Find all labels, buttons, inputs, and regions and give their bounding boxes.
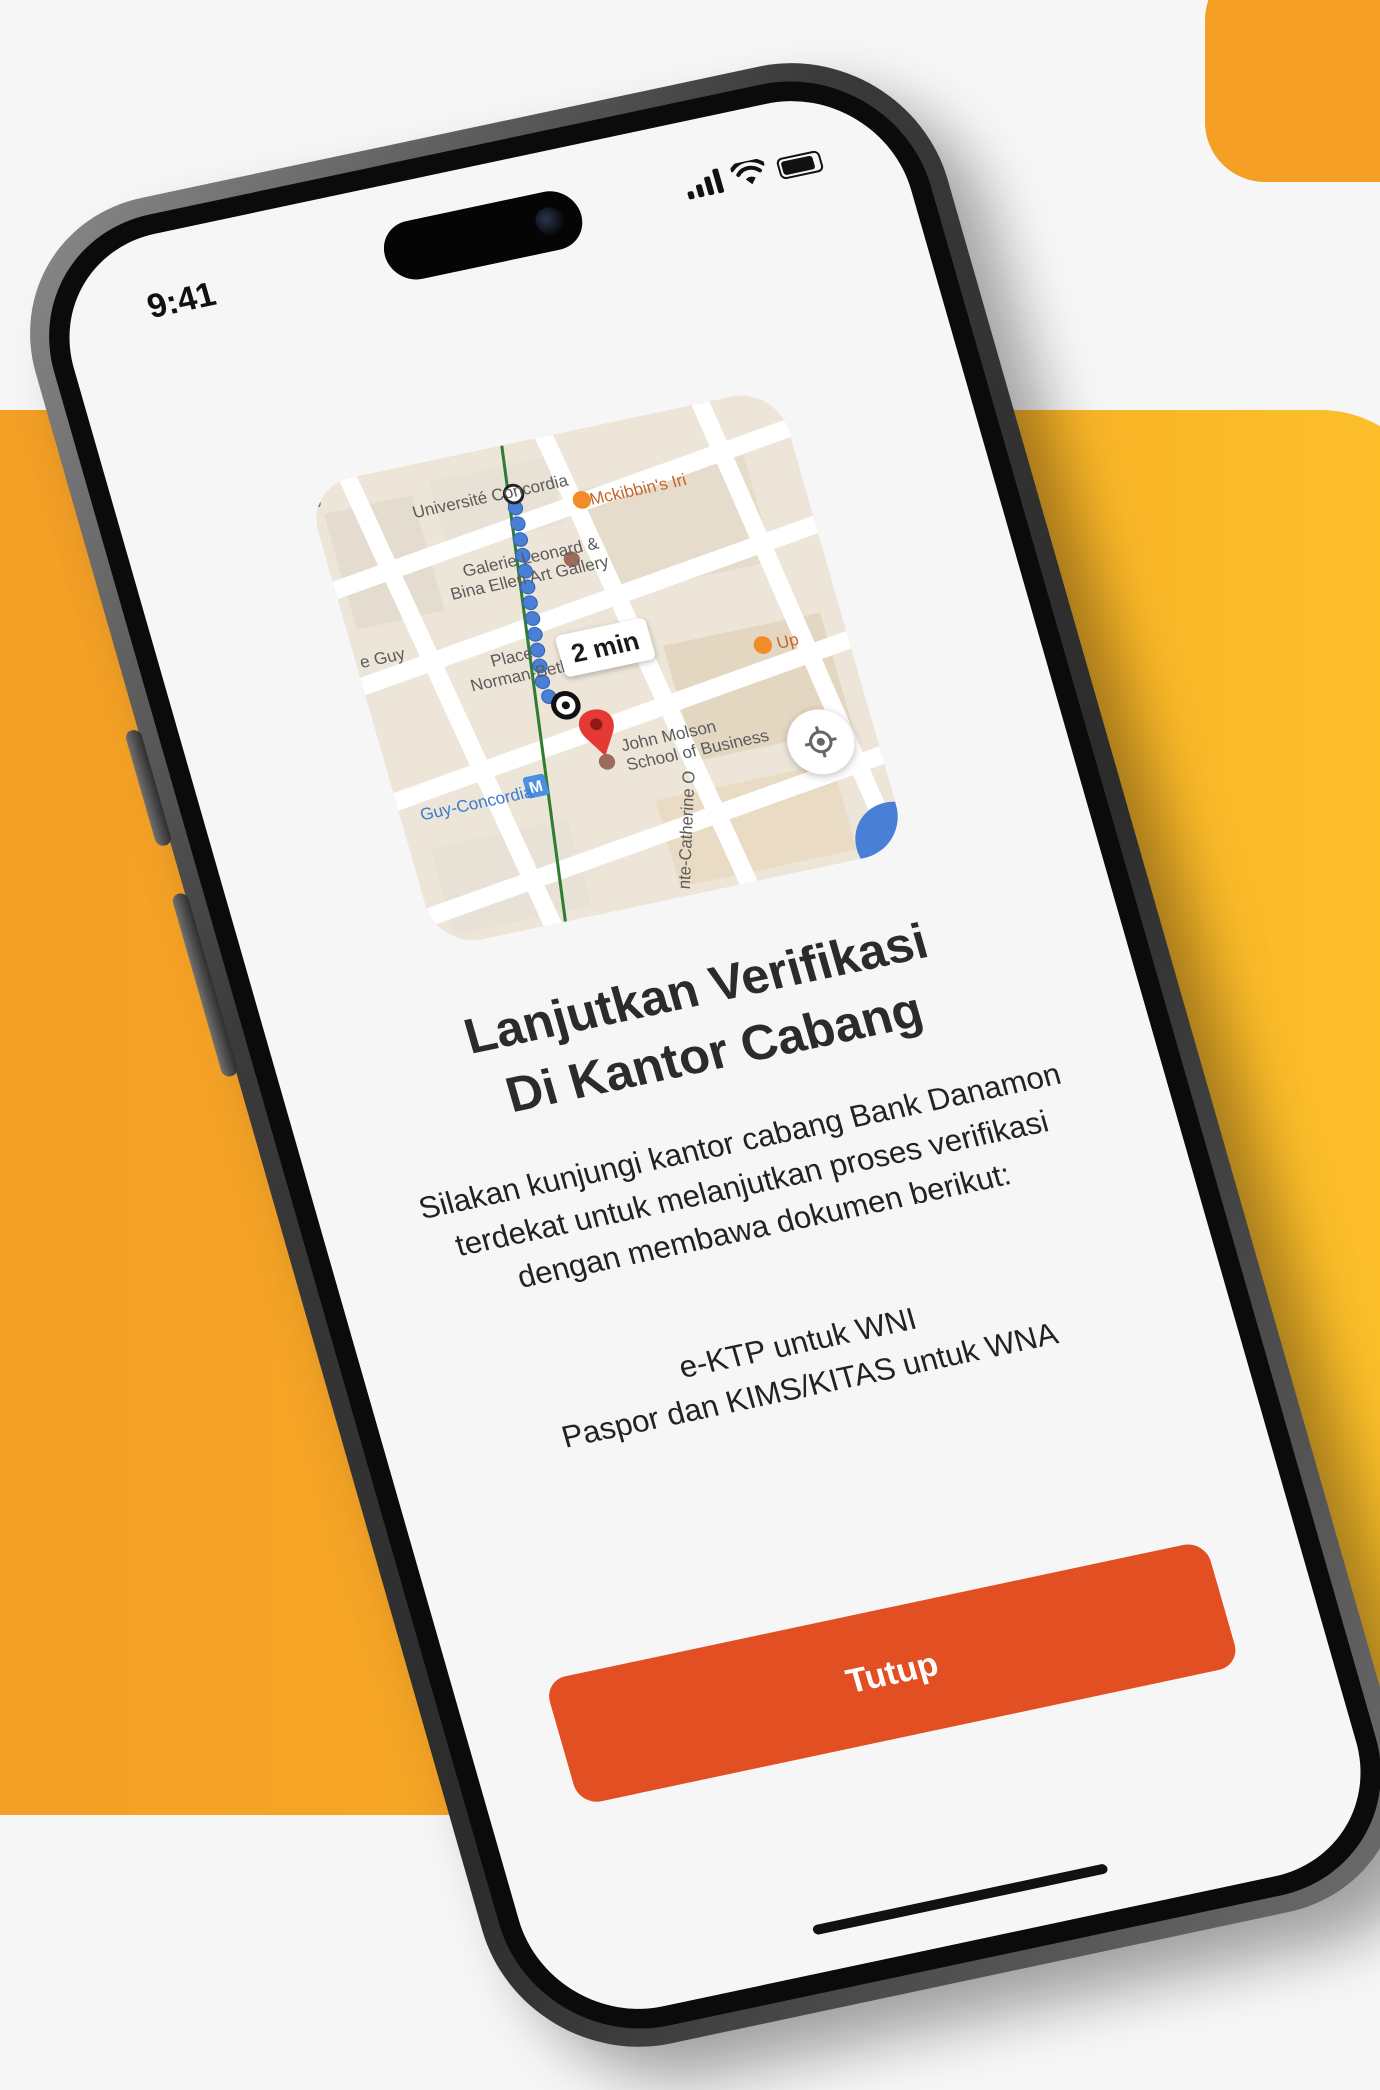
status-time: 9:41 [142,275,221,326]
map-label-street-sherbrooke: e Sherbro [305,434,325,509]
close-button[interactable]: Tutup [543,1540,1241,1806]
wifi-icon [729,158,766,185]
dynamic-island [376,185,590,286]
cellular-signal-icon [682,167,725,200]
locate-icon [804,726,837,758]
battery-icon [775,149,825,181]
front-camera-icon [532,204,568,238]
phone-device: 9:41 M Université Concordia Mckibbin's I… [0,35,1380,2075]
status-icons [682,146,825,200]
background-accent-block-top [1205,0,1380,182]
phone-mockup: 9:41 M Université Concordia Mckibbin's I… [0,35,1380,2075]
branch-map[interactable]: M Université Concordia Mckibbin's Iri Ga… [305,387,909,949]
marketing-canvas: 9:41 M Université Concordia Mckibbin's I… [0,0,1380,2090]
